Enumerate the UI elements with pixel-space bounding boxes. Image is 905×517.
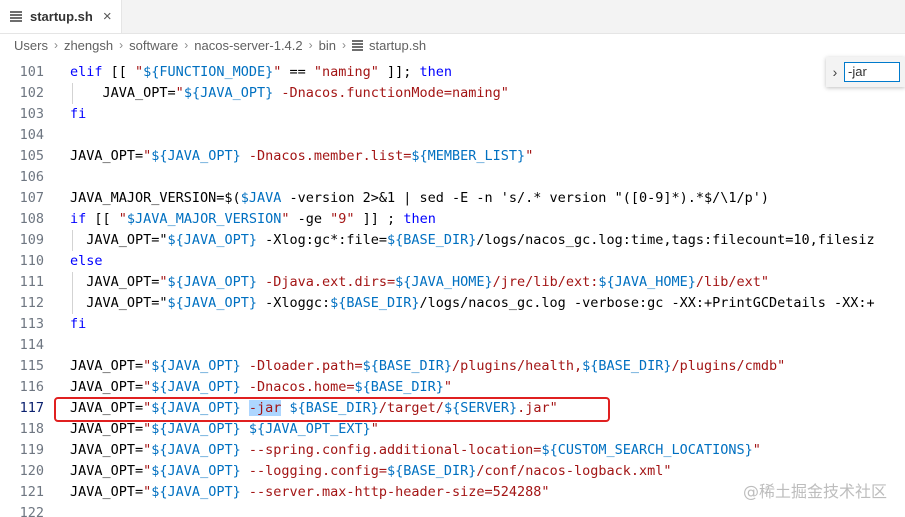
code-text: JAVA_OPT="${JAVA_OPT} --logging.config=$…: [70, 463, 672, 479]
code-line[interactable]: 108 if [[ "$JAVA_MAJOR_VERSION" -ge "9" ]…: [0, 209, 905, 230]
find-widget: › -jar: [826, 57, 905, 87]
code-text: JAVA_OPT="${JAVA_OPT} -Xlog:gc*:file=${B…: [70, 232, 875, 248]
line-number: 104: [19, 127, 44, 143]
code-line[interactable]: 115 JAVA_OPT="${JAVA_OPT} -Dloader.path=$…: [0, 356, 905, 377]
code-text: JAVA_OPT="${JAVA_OPT} -Dnacos.functionMo…: [70, 85, 509, 101]
breadcrumb: Users › zhengsh › software › nacos-serve…: [0, 34, 905, 56]
breadcrumb-item-users[interactable]: Users: [14, 38, 48, 53]
line-number: 108: [19, 211, 44, 227]
line-number: 120: [19, 463, 44, 479]
code-line[interactable]: 110 else: [0, 251, 905, 272]
code-text: fi: [70, 106, 87, 122]
code-text: JAVA_OPT="${JAVA_OPT} -Dnacos.home=${BAS…: [70, 379, 453, 395]
code-text: JAVA_OPT="${JAVA_OPT} -Djava.ext.dirs=${…: [70, 274, 770, 290]
code-line[interactable]: 114: [0, 335, 905, 356]
breadcrumb-item-software[interactable]: software: [129, 38, 178, 53]
chevron-right-icon: ›: [184, 38, 189, 52]
code-text: JAVA_OPT="${JAVA_OPT} --spring.config.ad…: [70, 442, 761, 458]
line-number: 122: [19, 505, 44, 517]
code-text: elif [[ "${FUNCTION_MODE}" == "naming" ]…: [70, 64, 453, 80]
code-line[interactable]: 113 fi: [0, 314, 905, 335]
chevron-right-icon: ›: [308, 38, 313, 52]
code-line[interactable]: 101 elif [[ "${FUNCTION_MODE}" == "naming…: [0, 62, 905, 83]
line-number: 101: [19, 64, 44, 80]
code-line[interactable]: 106: [0, 167, 905, 188]
line-number: 109: [19, 232, 44, 248]
line-number: 113: [19, 316, 44, 332]
find-input[interactable]: -jar: [844, 62, 900, 82]
code-line[interactable]: 103 fi: [0, 104, 905, 125]
code-text: if [[ "$JAVA_MAJOR_VERSION" -ge "9" ]] ;…: [70, 211, 436, 227]
line-number: 119: [19, 442, 44, 458]
chevron-right-icon: ›: [342, 38, 346, 52]
code-line[interactable]: 109 JAVA_OPT="${JAVA_OPT} -Xlog:gc*:file…: [0, 230, 905, 251]
code-line[interactable]: 118 JAVA_OPT="${JAVA_OPT} ${JAVA_OPT_EXT}…: [0, 419, 905, 440]
line-number: 106: [19, 169, 44, 185]
line-number: 116: [19, 379, 44, 395]
code-line[interactable]: 102 JAVA_OPT="${JAVA_OPT} -Dnacos.functi…: [0, 83, 905, 104]
breadcrumb-item-bin[interactable]: bin: [319, 38, 336, 53]
chevron-right-icon: ›: [53, 38, 58, 52]
breadcrumb-item-nacos-server[interactable]: nacos-server-1.4.2: [194, 38, 302, 53]
code-text: JAVA_OPT="${JAVA_OPT} ${JAVA_OPT_EXT}": [70, 421, 379, 437]
highlight-annotation-box: [54, 397, 610, 422]
line-number: 117: [19, 400, 44, 416]
line-number: 121: [19, 484, 44, 500]
tab-bar: startup.sh ×: [0, 0, 905, 34]
code-line[interactable]: 112 JAVA_OPT="${JAVA_OPT} -Xloggc:${BASE…: [0, 293, 905, 314]
line-number: 111: [19, 274, 44, 290]
code-text: JAVA_MAJOR_VERSION=$($JAVA -version 2>&1…: [70, 190, 769, 206]
code-text: fi: [70, 316, 87, 332]
line-number: 114: [19, 337, 44, 353]
code-text: else: [70, 253, 103, 269]
breadcrumb-item-startup-sh[interactable]: startup.sh: [369, 38, 426, 53]
line-number: 107: [19, 190, 44, 206]
code-text: JAVA_OPT="${JAVA_OPT} --server.max-http-…: [70, 484, 550, 500]
close-icon[interactable]: ×: [103, 9, 112, 24]
code-line[interactable]: 116 JAVA_OPT="${JAVA_OPT} -Dnacos.home=${…: [0, 377, 905, 398]
tab-title: startup.sh: [30, 9, 93, 24]
file-lines-icon: [10, 10, 22, 23]
line-number: 115: [19, 358, 44, 374]
line-number: 103: [19, 106, 44, 122]
code-line[interactable]: 107 JAVA_MAJOR_VERSION=$($JAVA -version 2…: [0, 188, 905, 209]
line-number: 110: [19, 253, 44, 269]
file-lines-icon: [352, 39, 363, 51]
chevron-right-icon: ›: [119, 38, 124, 52]
line-number: 118: [19, 421, 44, 437]
line-number: 112: [19, 295, 44, 311]
watermark: @稀土掘金技术社区: [742, 482, 887, 501]
breadcrumb-item-zhengsh[interactable]: zhengsh: [64, 38, 113, 53]
code-line[interactable]: 122: [0, 503, 905, 517]
tab-startup-sh[interactable]: startup.sh ×: [0, 0, 122, 33]
line-number: 105: [19, 148, 44, 164]
code-line[interactable]: 111 JAVA_OPT="${JAVA_OPT} -Djava.ext.dir…: [0, 272, 905, 293]
code-line[interactable]: 104: [0, 125, 905, 146]
code-editor[interactable]: 101 elif [[ "${FUNCTION_MODE}" == "naming…: [0, 57, 905, 517]
chevron-right-icon[interactable]: ›: [826, 64, 844, 80]
code-text: JAVA_OPT="${JAVA_OPT} -Dloader.path=${BA…: [70, 358, 786, 374]
code-line[interactable]: 119 JAVA_OPT="${JAVA_OPT} --spring.config…: [0, 440, 905, 461]
line-number: 102: [19, 85, 44, 101]
code-line[interactable]: 105 JAVA_OPT="${JAVA_OPT} -Dnacos.member.…: [0, 146, 905, 167]
code-text: JAVA_OPT="${JAVA_OPT} -Xloggc:${BASE_DIR…: [70, 295, 875, 311]
code-text: JAVA_OPT="${JAVA_OPT} -Dnacos.member.lis…: [70, 148, 534, 164]
